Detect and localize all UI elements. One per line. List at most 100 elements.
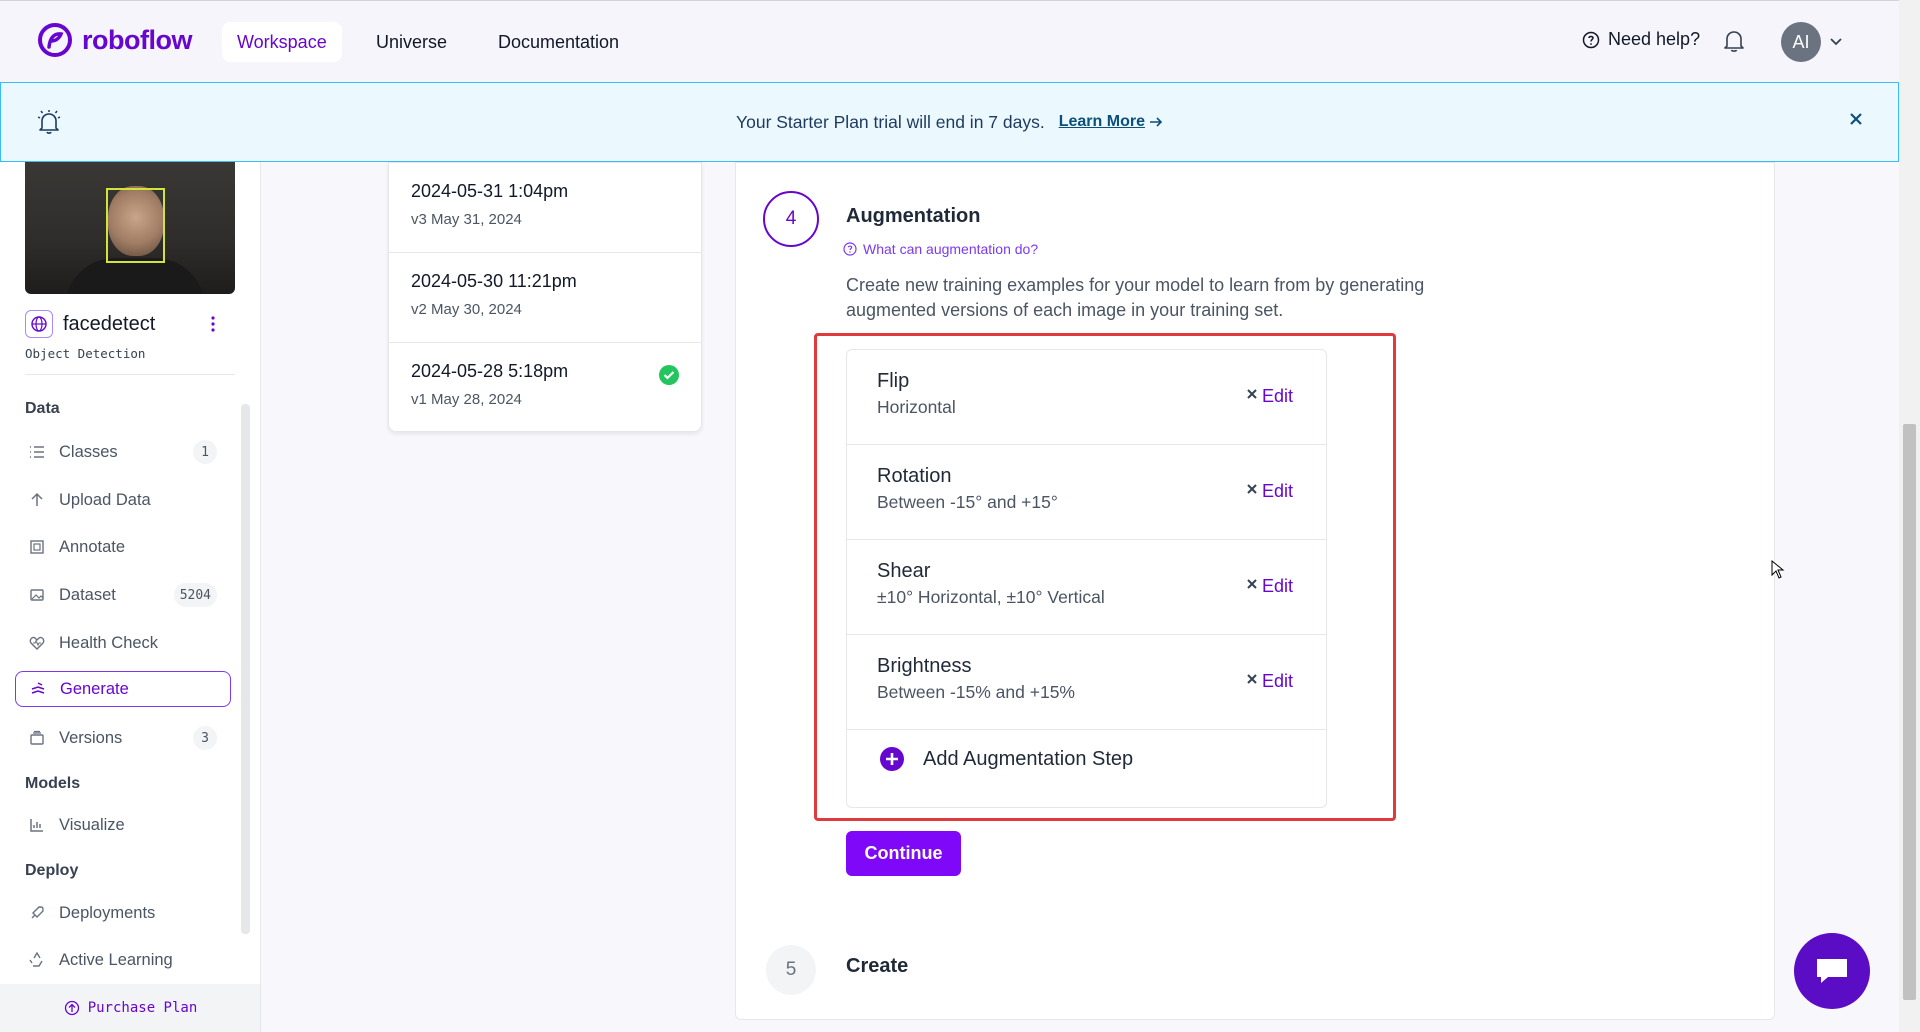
augmentation-title: Augmentation — [846, 205, 981, 227]
upgrade-icon — [64, 1000, 79, 1016]
heart-pulse-icon — [29, 636, 45, 650]
edit-button[interactable]: Edit — [1262, 386, 1293, 407]
sidebar-item-deployments[interactable]: Deployments — [15, 895, 231, 931]
brand-name: roboflow — [82, 24, 192, 55]
sidebar-scrollbar[interactable] — [241, 404, 250, 934]
tab-documentation[interactable]: Documentation — [483, 22, 634, 62]
version-title: 2024-05-28 5:18pm — [411, 361, 569, 381]
version-title: 2024-05-31 1:04pm — [411, 181, 569, 201]
sidebar-item-versions[interactable]: Versions 3 — [15, 720, 231, 756]
generate-icon — [31, 682, 45, 694]
learn-more-link[interactable]: Learn More — [1059, 113, 1163, 131]
add-augmentation-step-button[interactable]: Add Augmentation Step — [879, 746, 1133, 772]
sidebar-item-active-learning[interactable]: Active Learning — [15, 942, 231, 978]
augmentation-name: Brightness — [877, 655, 972, 677]
purchase-plan-button[interactable]: Purchase Plan — [0, 984, 260, 1032]
check-circle-icon — [659, 365, 679, 390]
sidebar-item-classes[interactable]: Classes 1 — [15, 434, 231, 470]
version-item[interactable]: 2024-05-28 5:18pm v1 May 28, 2024 — [389, 343, 701, 433]
notifications-bell-icon[interactable] — [1723, 29, 1745, 58]
sidebar-item-visualize[interactable]: Visualize — [15, 807, 231, 843]
data-section-title: Data — [25, 400, 60, 417]
augmentation-help-label: What can augmentation do? — [863, 241, 1039, 257]
dataset-count-badge: 5204 — [173, 583, 217, 607]
augmentation-help-link[interactable]: What can augmentation do? — [843, 241, 1038, 257]
augmentation-description: Create new training examples for your mo… — [846, 275, 1425, 320]
sidebar-item-generate[interactable]: Generate — [15, 671, 231, 707]
step-number-5: 5 — [766, 945, 816, 995]
remove-rotation-close-icon[interactable] — [1246, 482, 1258, 500]
sidebar-item-upload-data[interactable]: Upload Data — [15, 482, 231, 518]
versions-count-badge: 3 — [193, 726, 217, 750]
generate-panel: 4 Augmentation What can augmentation do?… — [735, 162, 1775, 1020]
project-name: facedetect — [63, 312, 156, 335]
augmentation-detail: Horizontal — [877, 397, 956, 417]
version-subtitle: v3 May 31, 2024 — [411, 211, 522, 228]
add-augmentation-step-label: Add Augmentation Step — [923, 747, 1134, 770]
project-type: Object Detection — [25, 346, 146, 361]
question-circle-icon — [1582, 31, 1600, 48]
edit-button[interactable]: Edit — [1262, 671, 1293, 692]
remove-flip-close-icon[interactable] — [1246, 387, 1258, 405]
alarm-bell-icon — [34, 107, 64, 142]
sidebar-item-label: Visualize — [59, 815, 125, 834]
version-item[interactable]: 2024-05-30 11:21pm v2 May 30, 2024 — [389, 253, 701, 343]
sidebar-divider — [25, 374, 235, 375]
thumbnail-shirt — [65, 258, 205, 294]
page-scrollbar[interactable] — [1899, 0, 1920, 1032]
augmentation-name: Flip — [877, 370, 910, 392]
sidebar-item-label: Deployments — [59, 903, 156, 922]
tab-universe[interactable]: Universe — [361, 22, 462, 62]
list-icon — [30, 446, 44, 458]
augmentation-detail: ±10° Horizontal, ±10° Vertical — [877, 587, 1105, 607]
mouse-cursor-icon — [1771, 559, 1785, 585]
plus-circle-icon — [880, 747, 904, 771]
edit-button[interactable]: Edit — [1262, 576, 1293, 597]
version-subtitle: v1 May 28, 2024 — [411, 391, 522, 408]
roboflow-logo-icon — [38, 23, 72, 57]
sidebar-item-label: Versions — [59, 728, 123, 747]
project-sidebar: facedetect Object Detection Data Classes… — [0, 162, 261, 1032]
sidebar-item-dataset[interactable]: Dataset 5204 — [15, 577, 231, 613]
classes-count-badge: 1 — [193, 440, 217, 464]
tab-workspace[interactable]: Workspace — [222, 22, 342, 62]
deploy-section-title: Deploy — [25, 862, 79, 879]
need-help-link[interactable]: Need help? — [1582, 29, 1700, 50]
augmentation-detail: Between -15% and +15% — [877, 682, 1075, 702]
chevron-down-icon[interactable] — [1829, 34, 1843, 52]
step-number-4: 4 — [763, 191, 819, 247]
continue-button[interactable]: Continue — [846, 831, 961, 876]
need-help-label: Need help? — [1608, 29, 1701, 49]
globe-icon — [25, 310, 53, 338]
edit-button[interactable]: Edit — [1262, 481, 1293, 502]
sidebar-item-label: Upload Data — [59, 490, 151, 509]
sidebar-item-health-check[interactable]: Health Check — [15, 625, 231, 661]
remove-brightness-close-icon[interactable] — [1246, 672, 1258, 690]
augmentation-detail: Between -15° and +15° — [877, 492, 1058, 512]
banner-message: Your Starter Plan trial will end in 7 da… — [736, 111, 1045, 132]
page-scrollbar-thumb[interactable] — [1903, 424, 1916, 1000]
sidebar-item-annotate[interactable]: Annotate — [15, 529, 231, 565]
version-item[interactable]: 2024-05-31 1:04pm v3 May 31, 2024 — [389, 163, 701, 253]
close-icon[interactable] — [1848, 111, 1864, 132]
models-section-title: Models — [25, 775, 81, 792]
user-avatar[interactable]: AI — [1781, 22, 1821, 62]
chart-icon — [30, 819, 43, 832]
trial-banner: Your Starter Plan trial will end in 7 da… — [0, 82, 1899, 162]
remove-shear-close-icon[interactable] — [1246, 577, 1258, 595]
augmentation-name: Rotation — [877, 465, 952, 487]
versions-list: 2024-05-31 1:04pm v3 May 31, 2024 2024-0… — [388, 162, 702, 432]
arrow-right-icon — [1149, 117, 1163, 127]
rocket-icon — [31, 906, 44, 919]
chat-support-button[interactable] — [1794, 933, 1870, 1009]
sidebar-item-label: Classes — [59, 442, 118, 461]
version-title: 2024-05-30 11:21pm — [411, 271, 577, 291]
learn-more-label: Learn More — [1058, 113, 1145, 130]
sidebar-item-label: Dataset — [59, 585, 116, 604]
sidebar-item-label: Active Learning — [59, 950, 173, 969]
roboflow-logo[interactable]: roboflow — [38, 23, 192, 57]
annotate-icon — [30, 540, 44, 554]
recycle-icon — [29, 952, 43, 967]
project-thumbnail — [25, 162, 235, 294]
kebab-menu-icon[interactable] — [210, 316, 216, 337]
